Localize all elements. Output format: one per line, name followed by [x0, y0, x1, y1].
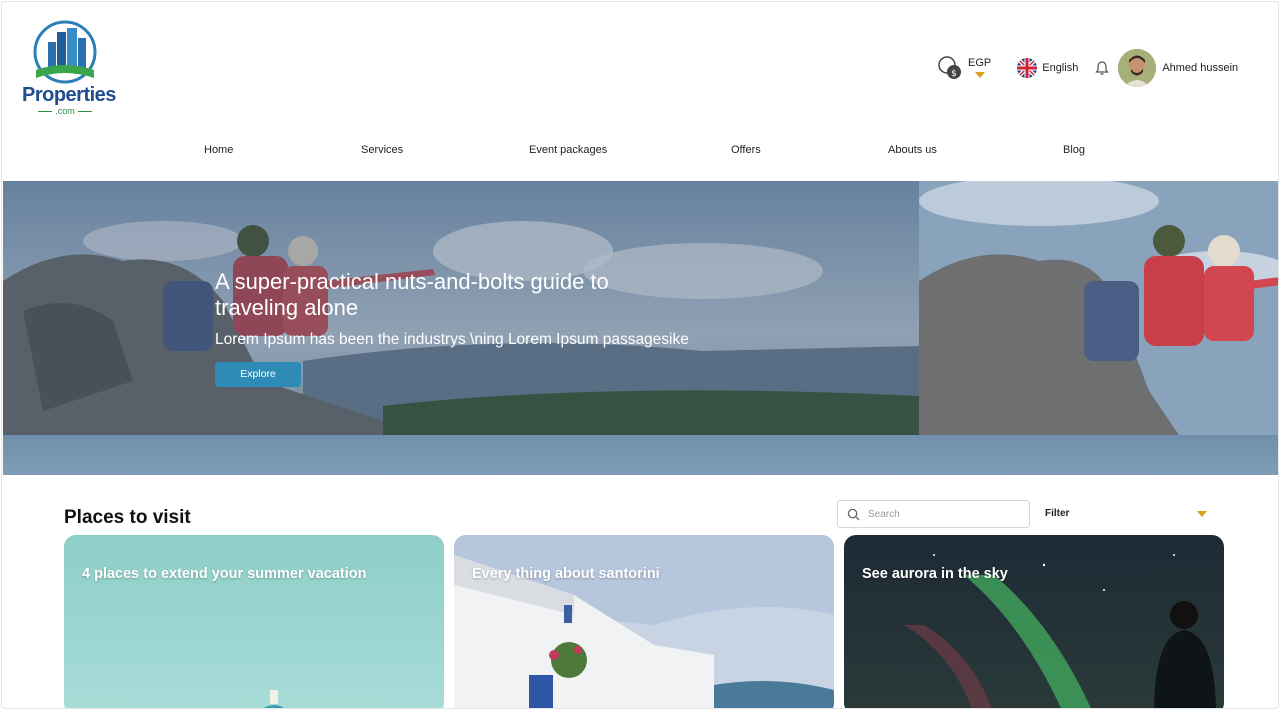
place-card-title: See aurora in the sky: [862, 566, 1008, 582]
notification-bell-icon[interactable]: [1094, 60, 1110, 76]
nav-item-offers[interactable]: Offers: [731, 144, 761, 156]
hero-banner: A super-practical nuts-and-bolts guide t…: [3, 181, 1278, 475]
currency-exchange-icon: $: [938, 56, 961, 79]
currency-selector[interactable]: $ EGP: [937, 55, 991, 81]
filter-label: Filter: [1045, 508, 1070, 519]
user-name: Ahmed hussein: [1162, 62, 1239, 74]
brand-suffix: .com: [30, 106, 100, 116]
header-actions: $ EGP English Ahmed hussein: [937, 48, 1238, 88]
brand-logo[interactable]: Properties .com: [20, 20, 116, 116]
main-nav: Home Services Event packages Offers Abou…: [2, 144, 1278, 158]
place-card[interactable]: Every thing about santorini: [454, 535, 834, 708]
hero-next-image: [919, 181, 1278, 435]
uk-flag-icon: [1017, 58, 1038, 78]
page: Properties .com $ EGP English Ahmed huss…: [1, 1, 1279, 709]
nav-item-abouts-us[interactable]: Abouts us: [888, 144, 937, 156]
place-card[interactable]: See aurora in the sky: [844, 535, 1224, 708]
search-input[interactable]: [868, 508, 1018, 520]
search-icon: [847, 508, 860, 521]
nav-item-services[interactable]: Services: [361, 144, 403, 156]
places-list: 4 places to extend your summer vacation …: [64, 535, 1224, 708]
hero-title: A super-practical nuts-and-bolts guide t…: [215, 269, 609, 320]
place-card-title: 4 places to extend your summer vacation: [82, 566, 367, 582]
nav-item-blog[interactable]: Blog: [1063, 144, 1085, 156]
language-selector[interactable]: English: [1017, 58, 1078, 78]
place-card-image: [454, 535, 834, 708]
hero-strip: [3, 435, 1278, 475]
place-card-image: [64, 535, 444, 708]
place-card-title: Every thing about santorini: [472, 566, 660, 582]
place-card[interactable]: 4 places to extend your summer vacation: [64, 535, 444, 708]
explore-button[interactable]: Explore: [215, 362, 301, 387]
filter-dropdown[interactable]: Filter: [1045, 508, 1211, 522]
nav-item-event-packages[interactable]: Event packages: [529, 144, 607, 156]
chevron-down-icon: [1197, 511, 1207, 517]
chevron-down-icon: [974, 72, 985, 78]
section-title: Places to visit: [64, 507, 191, 528]
language-label: English: [1042, 62, 1079, 74]
currency-label: EGP: [968, 57, 992, 69]
hero-subtitle: Lorem Ipsum has been the industrys \ning…: [215, 331, 689, 348]
search-field[interactable]: [837, 500, 1030, 528]
brand-name: Properties: [22, 84, 116, 106]
user-menu[interactable]: Ahmed hussein: [1118, 49, 1238, 87]
svg-text:$: $: [951, 69, 957, 79]
nav-item-home[interactable]: Home: [204, 144, 233, 156]
buildings-logo-icon: [33, 20, 97, 84]
place-card-image: [844, 535, 1224, 708]
avatar: [1118, 49, 1157, 87]
